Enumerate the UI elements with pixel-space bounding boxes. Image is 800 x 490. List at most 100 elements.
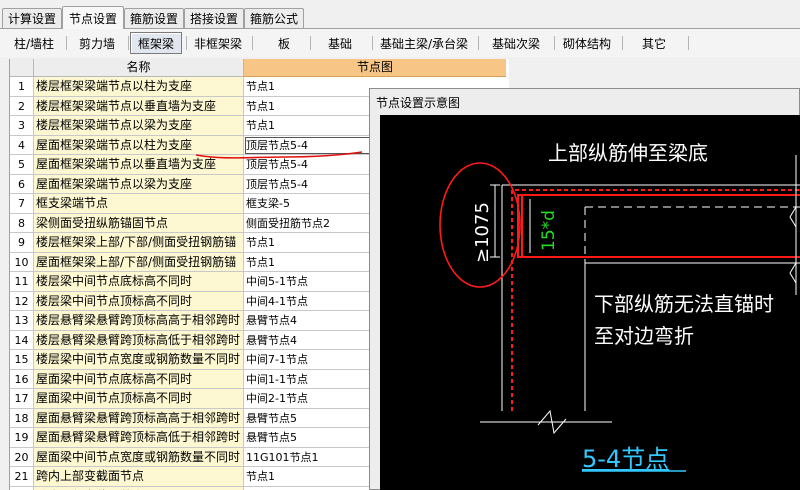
row-node-cell[interactable]: 节点1: [244, 467, 372, 487]
row-number: 20: [10, 447, 34, 467]
toolbar-separator: [688, 36, 689, 50]
subtab-foundation-secondary-beam[interactable]: 基础次梁: [480, 32, 552, 54]
row-name-cell[interactable]: 屋面梁中间节点宽度或钢筋数量不同时: [34, 447, 244, 467]
row-number: 9: [10, 233, 34, 253]
row-node-cell[interactable]: 顶层节点5-4: [244, 155, 372, 175]
row-name-cell[interactable]: 屋面梁中间节点顶标高不同时: [34, 389, 244, 409]
tab-stirrup-formula[interactable]: 箍筋公式: [244, 8, 304, 28]
row-name-cell[interactable]: 楼层梁中间节点宽度或钢筋数量不同时: [34, 350, 244, 370]
row-node-cell[interactable]: 顶层节点5-4: [244, 135, 372, 155]
row-node-cell[interactable]: 中间2-1节点: [244, 389, 372, 409]
right-arrow-bottom: [789, 262, 797, 284]
subtab-shear-wall[interactable]: 剪力墙: [68, 32, 126, 54]
row-name-cell[interactable]: 屋面框架梁端节点以柱为支座: [34, 135, 244, 155]
row-node-cell[interactable]: 中间1-1节点: [244, 369, 372, 389]
row-name-cell[interactable]: 屋面悬臂梁悬臂跨顶标高高于相邻跨时: [34, 408, 244, 428]
row-number: 4: [10, 135, 34, 155]
dimension-1075-label: ≥1075: [472, 202, 493, 263]
toolbar-separator: [252, 36, 253, 50]
row-name-cell[interactable]: 楼层悬臂梁悬臂跨顶标高低于相邻跨时: [34, 330, 244, 350]
row-node-cell[interactable]: 悬臂节点4: [244, 311, 372, 331]
header-node-diagram[interactable]: 节点图: [244, 59, 506, 77]
row-node-cell[interactable]: 顶层节点5-4: [244, 174, 372, 194]
row-number: 10: [10, 252, 34, 272]
node-diagram-canvas: 上部纵筋伸至梁底 ≥1075 15*d 下部纵筋无法直锚时 至对边弯折 5-4节…: [380, 115, 800, 490]
row-number: 17: [10, 389, 34, 409]
subtab-foundation-main-beam[interactable]: 基础主梁/承台梁: [374, 32, 474, 54]
subtab-column[interactable]: 柱/墙柱: [4, 32, 64, 54]
diagram-bottom-text-1: 下部纵筋无法直锚时: [594, 292, 774, 316]
subtab-masonry[interactable]: 砌体结构: [556, 32, 618, 54]
row-node-cell[interactable]: 框支梁-5: [244, 194, 372, 214]
grid-header: 名称 节点图: [10, 59, 509, 77]
row-node-cell[interactable]: 11G101节点1: [244, 447, 372, 467]
toolbar-separator: [478, 36, 479, 50]
row-name-cell[interactable]: 屋面框架梁端节点以梁为支座: [34, 174, 244, 194]
row-name-cell[interactable]: 屋面悬臂梁悬臂跨顶标高低于相邻跨时: [34, 428, 244, 448]
diagram-top-text: 上部纵筋伸至梁底: [548, 141, 708, 165]
tab-lap-settings[interactable]: 搭接设置: [184, 8, 244, 28]
row-name-cell[interactable]: 框支梁端节点: [34, 194, 244, 214]
row-number: 16: [10, 369, 34, 389]
row-number: 18: [10, 408, 34, 428]
row-name-cell[interactable]: 楼层梁中间节点底标高不同时: [34, 272, 244, 292]
row-number: 3: [10, 116, 34, 136]
row-number: 19: [10, 428, 34, 448]
row-name-cell[interactable]: 楼层框架梁端节点以梁为支座: [34, 116, 244, 136]
row-name-cell[interactable]: 梁侧面受扭纵筋锚固节点: [34, 213, 244, 233]
tab-node-settings[interactable]: 节点设置: [62, 6, 124, 29]
toolbar-separator: [622, 36, 623, 50]
dimension-15d-label: 15*d: [539, 210, 559, 251]
row-node-cell[interactable]: 节点1: [244, 252, 372, 272]
row-name-cell[interactable]: 屋面梁中间节点底标高不同时: [34, 369, 244, 389]
row-name-cell[interactable]: 楼层框架梁端节点以柱为支座: [34, 77, 244, 97]
row-name-cell[interactable]: 屋面框架梁上部/下部/侧面受扭钢筋锚: [34, 252, 244, 272]
row-name-cell[interactable]: 楼层框架梁上部/下部/侧面受扭钢筋锚: [34, 233, 244, 253]
row-node-cell[interactable]: 节点1: [244, 233, 372, 253]
diagram-caption: 5-4节点: [582, 445, 669, 473]
row-name-cell[interactable]: 楼层框架梁端节点以垂直墙为支座: [34, 96, 244, 116]
row-number: 14: [10, 330, 34, 350]
row-number: 7: [10, 194, 34, 214]
member-type-toolbar: 柱/墙柱 剪力墙 框架梁 非框架梁 板 基础 基础主梁/承台梁 基础次梁 砌体结…: [0, 29, 800, 57]
row-number: 12: [10, 291, 34, 311]
toolbar-separator: [66, 36, 67, 50]
header-name[interactable]: 名称: [34, 59, 244, 77]
row-node-cell[interactable]: 中间5-1节点: [244, 272, 372, 292]
row-node-cell[interactable]: 悬臂节点5: [244, 428, 372, 448]
subtab-slab[interactable]: 板: [254, 32, 314, 54]
subtab-non-frame-beam[interactable]: 非框架梁: [188, 32, 248, 54]
row-number: 8: [10, 213, 34, 233]
row-number: 5: [10, 155, 34, 175]
row-number: 15: [10, 350, 34, 370]
row-node-cell[interactable]: 悬臂节点5: [244, 408, 372, 428]
row-number: 2: [10, 96, 34, 116]
row-node-cell[interactable]: 中间4-1节点: [244, 291, 372, 311]
row-node-cell[interactable]: 节点1: [244, 116, 372, 136]
tab-stirrup-settings[interactable]: 箍筋设置: [124, 8, 184, 28]
row-name-cell[interactable]: 跨内上部变截面节点: [34, 467, 244, 487]
subtab-foundation[interactable]: 基础: [312, 32, 368, 54]
row-name-cell[interactable]: 屋面框架梁端节点以垂直墙为支座: [34, 155, 244, 175]
row-node-cell[interactable]: 节点1: [244, 96, 372, 116]
node-diagram-drawing: 上部纵筋伸至梁底 ≥1075 15*d 下部纵筋无法直锚时 至对边弯折 5-4节…: [439, 141, 800, 473]
row-node-cell[interactable]: 悬臂节点4: [244, 330, 372, 350]
right-arrow-top: [789, 206, 797, 228]
row-node-cell[interactable]: 节点1: [244, 77, 372, 97]
subtab-frame-beam[interactable]: 框架梁: [130, 32, 182, 54]
row-node-cell[interactable]: 侧面受扭筋节点2: [244, 213, 372, 233]
toolbar-separator: [310, 36, 311, 50]
row-node-cell[interactable]: 节点1: [244, 486, 372, 490]
row-name-cell[interactable]: 跨内下部变截面节点: [34, 486, 244, 490]
node-diagram-dialog: 节点设置示意图 上部纵筋伸至梁底 ≥1075 15*d 下部纵筋无法直锚时 至对…: [369, 88, 800, 490]
dialog-title: 节点设置示意图: [376, 96, 461, 110]
beam-rebar-outline: [517, 194, 800, 258]
row-name-cell[interactable]: 楼层梁中间节点顶标高不同时: [34, 291, 244, 311]
row-node-cell[interactable]: 中间7-1节点: [244, 350, 372, 370]
toolbar-separator: [372, 36, 373, 50]
header-row-number: [10, 59, 34, 77]
row-number: 6: [10, 174, 34, 194]
tab-calc-settings[interactable]: 计算设置: [2, 8, 62, 28]
row-name-cell[interactable]: 楼层悬臂梁悬臂跨顶标高高于相邻跨时: [34, 311, 244, 331]
subtab-other[interactable]: 其它: [624, 32, 684, 54]
